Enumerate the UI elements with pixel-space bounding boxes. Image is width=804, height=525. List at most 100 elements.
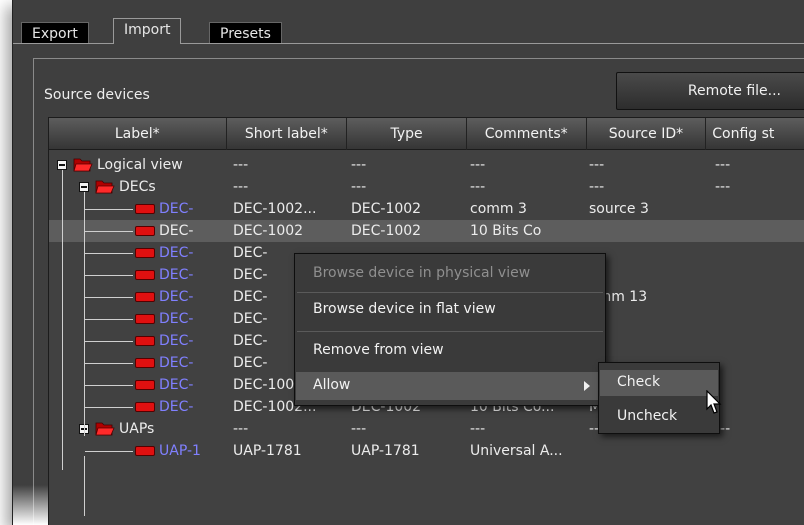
cell-short: DEC- <box>233 289 268 305</box>
minus-box-icon[interactable] <box>57 160 67 170</box>
tab-presets[interactable]: Presets <box>209 22 282 44</box>
allow-submenu: Check Uncheck <box>598 362 720 434</box>
device-icon <box>135 248 155 258</box>
cell-label: Logical view <box>97 157 183 173</box>
cell-label: DEC- <box>159 289 194 305</box>
tab-bar: Export Import Presets <box>13 0 804 44</box>
menu-allow-label: Allow <box>313 377 351 393</box>
table-header: Label* Short label* Type Comments* Sourc… <box>49 118 804 150</box>
cell-short: DEC- <box>233 311 268 327</box>
cell-label: DEC- <box>159 355 194 371</box>
tree-line <box>85 407 133 408</box>
menu-separator <box>297 292 603 293</box>
cell-source: source 3 <box>589 201 649 217</box>
cell-comments: Universal A... <box>470 443 563 459</box>
device-icon <box>135 358 155 368</box>
table-row[interactable]: DEC- DEC-1002... DEC-1002 comm 3 source 3 <box>49 198 804 220</box>
device-icon <box>135 292 155 302</box>
device-icon <box>135 402 155 412</box>
cell-label: UAPs <box>119 421 155 437</box>
cell-comments: comm 3 <box>470 201 527 217</box>
table-row[interactable]: UAP-1 UAP-1781 UAP-1781 Universal A... <box>49 440 804 462</box>
cell-short: DEC- <box>233 355 268 371</box>
tree-line <box>85 385 133 386</box>
menu-separator <box>297 331 603 332</box>
device-icon <box>135 380 155 390</box>
tree-line <box>85 209 133 210</box>
submenu-check-label: Check <box>617 374 661 390</box>
tree-line <box>85 451 133 452</box>
tree-line <box>85 319 133 320</box>
table-row[interactable]: DEC- DEC-1002 DEC-1002 10 Bits Co <box>49 220 804 242</box>
cell-type: UAP-1781 <box>351 443 420 459</box>
cell-type: --- <box>351 179 367 195</box>
submenu-arrow-icon <box>584 381 590 391</box>
cell-comments: --- <box>470 179 486 195</box>
submenu-uncheck[interactable]: Uncheck <box>617 408 677 424</box>
cell-source: --- <box>589 179 605 195</box>
cell-short: --- <box>233 421 249 437</box>
cell-short: DEC-1002... <box>233 201 317 217</box>
cell-label: DEC- <box>159 245 194 261</box>
folder-open-icon <box>95 422 115 436</box>
cell-label: DECs <box>119 179 156 195</box>
table-row[interactable]: DECs --- --- --- --- --- <box>49 176 804 198</box>
table-row[interactable]: Logical view --- --- --- --- --- <box>49 154 804 176</box>
tree-line <box>85 363 133 364</box>
remote-file-button[interactable]: Remote file... <box>616 72 804 110</box>
cell-source: --- <box>589 157 605 173</box>
tab-export[interactable]: Export <box>21 22 89 44</box>
cell-label: DEC- <box>159 311 194 327</box>
device-icon <box>135 314 155 324</box>
folder-open-icon <box>95 180 115 194</box>
cell-config: --- <box>715 157 731 173</box>
tree-line <box>85 231 133 232</box>
menu-allow[interactable]: Allow <box>296 372 604 400</box>
tab-import[interactable]: Import <box>113 18 182 44</box>
cell-label: DEC- <box>159 333 194 349</box>
source-devices-label: Source devices <box>44 87 150 103</box>
column-config-status[interactable]: Config st <box>706 118 804 150</box>
cell-type: --- <box>351 157 367 173</box>
cell-short: DEC- <box>233 333 268 349</box>
cell-label: DEC- <box>159 223 194 239</box>
cell-type: DEC-1002 <box>351 201 422 217</box>
column-short-label[interactable]: Short label* <box>227 118 348 150</box>
cell-short: DEC- <box>233 267 268 283</box>
cell-label: DEC- <box>159 399 194 415</box>
cell-label: DEC- <box>159 201 194 217</box>
cell-comments: 10 Bits Co <box>470 223 542 239</box>
tree-line <box>85 341 133 342</box>
cell-short: --- <box>233 179 249 195</box>
column-source-id[interactable]: Source ID* <box>587 118 707 150</box>
submenu-check[interactable]: Check <box>600 370 718 396</box>
device-icon <box>135 336 155 346</box>
tree-line <box>84 192 85 436</box>
cell-type: DEC-1002 <box>351 223 422 239</box>
minus-box-icon[interactable] <box>79 182 89 192</box>
cell-comments: --- <box>470 157 486 173</box>
menu-browse-physical-view[interactable]: Browse device in physical view <box>313 265 530 281</box>
device-icon <box>135 226 155 236</box>
cell-short: DEC- <box>233 245 268 261</box>
cell-config: --- <box>715 179 731 195</box>
tree-line <box>85 297 133 298</box>
context-menu: Browse device in physical view Browse de… <box>294 253 606 406</box>
cell-label: DEC- <box>159 377 194 393</box>
column-label[interactable]: Label* <box>49 118 227 150</box>
menu-browse-flat-view[interactable]: Browse device in flat view <box>313 301 496 317</box>
cell-label: UAP-1 <box>159 443 201 459</box>
column-comments[interactable]: Comments* <box>467 118 587 150</box>
cell-short: DEC-1002 <box>233 223 304 239</box>
cell-short: --- <box>233 157 249 173</box>
folder-open-icon <box>73 158 93 172</box>
menu-remove-from-view[interactable]: Remove from view <box>313 342 444 358</box>
cell-type: --- <box>351 421 367 437</box>
tree-line <box>85 275 133 276</box>
mouse-cursor-icon <box>706 390 722 414</box>
device-icon <box>135 446 155 456</box>
tree-line <box>84 456 85 516</box>
cell-short: UAP-1781 <box>233 443 302 459</box>
cell-label: DEC- <box>159 267 194 283</box>
column-type[interactable]: Type <box>347 118 467 150</box>
